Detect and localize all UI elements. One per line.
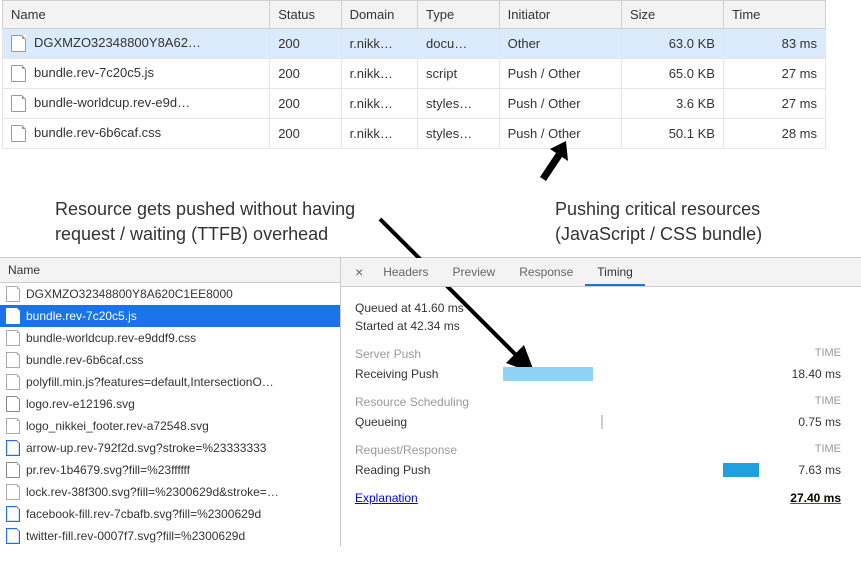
col-initiator[interactable]: Initiator xyxy=(499,1,621,29)
timing-section-title: Resource Scheduling xyxy=(355,395,469,409)
file-icon xyxy=(6,396,20,412)
file-name: facebook-fill.rev-7cbafb.svg?fill=%23006… xyxy=(26,507,261,521)
tab-preview[interactable]: Preview xyxy=(441,258,508,286)
file-name: logo_nikkei_footer.rev-a72548.svg xyxy=(26,419,209,433)
network-table: Name Status Domain Type Initiator Size T… xyxy=(2,0,826,149)
file-name: bundle-worldcup.rev-e9ddf9.css xyxy=(26,331,196,345)
tab-response[interactable]: Response xyxy=(507,258,585,286)
tab-timing[interactable]: Timing xyxy=(585,258,645,286)
list-item[interactable]: twitter-fill.rev-0007f7.svg?fill=%230062… xyxy=(0,525,340,547)
timing-bar xyxy=(723,463,759,477)
file-name: lock.rev-38f300.svg?fill=%2300629d&strok… xyxy=(26,485,279,499)
timing-row: Reading Push7.63 ms xyxy=(355,463,847,477)
col-status[interactable]: Status xyxy=(270,1,341,29)
col-name[interactable]: Name xyxy=(3,1,270,29)
timing-section-title: Request/Response xyxy=(355,443,457,457)
timing-queued: Queued at 41.60 ms xyxy=(355,301,847,315)
file-name: DGXMZO32348800Y8A620C1EE8000 xyxy=(26,287,233,301)
explanation-link[interactable]: Explanation xyxy=(355,491,418,505)
timing-section-title: Server Push xyxy=(355,347,421,361)
file-icon xyxy=(6,418,20,434)
timing-bar xyxy=(601,415,603,429)
list-item[interactable]: bundle.rev-7c20c5.js xyxy=(0,305,340,327)
file-name: twitter-fill.rev-0007f7.svg?fill=%230062… xyxy=(26,529,245,543)
list-item[interactable]: logo_nikkei_footer.rev-a72548.svg xyxy=(0,415,340,437)
details-panel: Name DGXMZO32348800Y8A620C1EE8000 bundle.… xyxy=(0,257,861,547)
detail-tabs: × Headers Preview Response Timing xyxy=(341,258,861,287)
list-item[interactable]: arrow-up.rev-792f2d.svg?stroke=%23333333 xyxy=(0,437,340,459)
tab-headers[interactable]: Headers xyxy=(371,258,440,286)
file-name: polyfill.min.js?features=default,Interse… xyxy=(26,375,274,389)
file-icon xyxy=(6,352,20,368)
file-icon xyxy=(6,374,20,390)
file-icon xyxy=(6,462,20,478)
annotation-left: Resource gets pushed without having requ… xyxy=(55,197,355,246)
list-item[interactable]: facebook-fill.rev-7cbafb.svg?fill=%23006… xyxy=(0,503,340,525)
col-domain[interactable]: Domain xyxy=(341,1,417,29)
list-item[interactable]: pr.rev-1b4679.svg?fill=%23ffffff xyxy=(0,459,340,481)
file-icon xyxy=(6,308,20,324)
file-list-header[interactable]: Name xyxy=(0,258,340,283)
file-list: Name DGXMZO32348800Y8A620C1EE8000 bundle.… xyxy=(0,258,341,547)
timing-total: 27.40 ms xyxy=(790,491,841,505)
file-icon xyxy=(11,95,26,112)
list-item[interactable]: lock.rev-38f300.svg?fill=%2300629d&strok… xyxy=(0,481,340,503)
file-name: bundle.rev-7c20c5.js xyxy=(26,309,137,323)
file-name: bundle-worldcup.rev-e9d… xyxy=(34,95,190,110)
file-icon xyxy=(6,484,20,500)
list-item[interactable]: logo.rev-e12196.svg xyxy=(0,393,340,415)
timing-bar xyxy=(503,367,593,381)
timing-row: Receiving Push18.40 ms xyxy=(355,367,847,381)
arrow-up-right-icon xyxy=(530,137,580,187)
timing-started: Started at 42.34 ms xyxy=(355,319,847,333)
list-item[interactable]: DGXMZO32348800Y8A620C1EE8000 xyxy=(0,283,340,305)
file-name: arrow-up.rev-792f2d.svg?stroke=%23333333 xyxy=(26,441,266,455)
file-icon xyxy=(6,440,20,456)
list-item[interactable]: polyfill.min.js?features=default,Interse… xyxy=(0,371,340,393)
col-size[interactable]: Size xyxy=(622,1,724,29)
file-icon xyxy=(11,65,26,82)
table-header-row: Name Status Domain Type Initiator Size T… xyxy=(3,1,826,29)
file-name: pr.rev-1b4679.svg?fill=%23ffffff xyxy=(26,463,190,477)
table-row[interactable]: bundle-worldcup.rev-e9d…200r.nikk…styles… xyxy=(3,89,826,119)
file-icon xyxy=(6,506,20,522)
file-name: bundle.rev-6b6caf.css xyxy=(34,125,161,140)
col-type[interactable]: Type xyxy=(418,1,500,29)
timing-panel: × Headers Preview Response Timing Queued… xyxy=(341,258,861,547)
list-item[interactable]: bundle-worldcup.rev-e9ddf9.css xyxy=(0,327,340,349)
file-icon xyxy=(11,125,26,142)
table-row[interactable]: bundle.rev-6b6caf.css200r.nikk…styles…Pu… xyxy=(3,119,826,149)
annotation-right: Pushing critical resources (JavaScript /… xyxy=(555,197,762,246)
col-time[interactable]: Time xyxy=(723,1,825,29)
file-icon xyxy=(6,286,20,302)
list-item[interactable]: bundle.rev-6b6caf.css xyxy=(0,349,340,371)
file-icon xyxy=(6,330,20,346)
file-name: bundle.rev-6b6caf.css xyxy=(26,353,143,367)
file-name: logo.rev-e12196.svg xyxy=(26,397,135,411)
table-row[interactable]: bundle.rev-7c20c5.js200r.nikk…scriptPush… xyxy=(3,59,826,89)
file-icon xyxy=(6,528,20,544)
table-row[interactable]: DGXMZO32348800Y8A62…200r.nikk…docu…Other… xyxy=(3,29,826,59)
timing-row: Queueing0.75 ms xyxy=(355,415,847,429)
annotation-area: Resource gets pushed without having requ… xyxy=(0,149,861,257)
file-name: DGXMZO32348800Y8A62… xyxy=(34,35,201,50)
file-name: bundle.rev-7c20c5.js xyxy=(34,65,154,80)
file-icon xyxy=(11,35,26,52)
close-icon[interactable]: × xyxy=(347,264,371,280)
